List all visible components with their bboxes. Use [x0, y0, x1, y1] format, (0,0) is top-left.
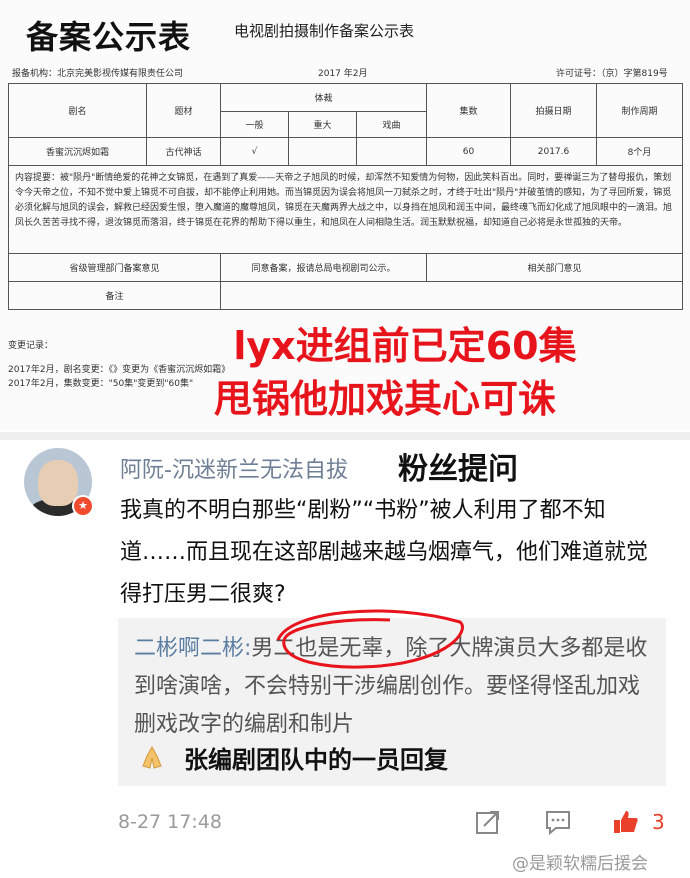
header-episodes: 集数 [426, 83, 511, 138]
like-count: 3 [652, 810, 665, 834]
header-theme: 题材 [146, 83, 221, 138]
remark-value [220, 281, 683, 310]
comment-icon[interactable] [544, 808, 572, 836]
share-icon[interactable] [474, 808, 502, 836]
header-genre-major: 重大 [288, 111, 357, 138]
synopsis: 内容提要：被"陨丹"断情绝爱的花神之女锦觅，在遇到了真爱——天帝之子旭凤的时候，… [8, 165, 683, 254]
remark-label: 备注 [8, 281, 221, 310]
verified-badge-icon: ★ [72, 495, 94, 517]
doc-subtitle: 电视剧拍摄制作备案公示表 [234, 22, 415, 40]
section-divider [0, 432, 690, 440]
cell-theme: 古代神话 [146, 137, 221, 166]
related-opinion: 相关部门意见 [426, 253, 683, 282]
filing-table: 剧名 题材 体裁 集数 拍摄日期 制作周期 一般 重大 戏曲 香蜜沉沉烬如霜 古… [8, 83, 683, 310]
doc-license: 许可证号：（京）字第819号 [556, 69, 668, 79]
red-circle-annotation [276, 609, 464, 669]
cell-episodes: 60 [426, 137, 511, 166]
cell-major [288, 137, 357, 166]
dept-opinion-label: 省级管理部门备案意见 [8, 253, 221, 282]
fan-question-label: 粉丝提问 [398, 452, 518, 487]
header-name: 剧名 [8, 83, 147, 138]
doc-title: 备案公示表 [26, 18, 192, 56]
reply-username[interactable]: 二彬啊二彬: [134, 636, 251, 661]
like-icon[interactable] [612, 808, 640, 836]
header-genre-general: 一般 [220, 111, 289, 138]
comment-text: 我真的不明白那些“剧粉”“书粉”被人利用了都不知道……而且现在这部剧越来越乌烟瘴… [120, 498, 649, 607]
overlay-caption-2: 甩锅他加戏其心可诛 [213, 377, 556, 421]
cell-name: 香蜜沉沉烬如霜 [8, 137, 147, 166]
doc-org: 报备机构：北京完美影视传媒有限责任公司 [12, 69, 184, 79]
comment-timestamp: 8-27 17:48 [118, 811, 222, 833]
overlay-caption-1: lyx进组前已定60集 [233, 324, 577, 368]
cell-cycle: 8个月 [596, 137, 683, 166]
header-genre: 体裁 [220, 83, 427, 112]
header-genre-opera: 戏曲 [356, 111, 427, 138]
header-shoot-date: 拍摄日期 [510, 83, 597, 138]
doc-date: 2017 年2月 [318, 69, 368, 79]
cell-opera [356, 137, 427, 166]
header-cycle: 制作周期 [596, 83, 683, 138]
cell-shoot-date: 2017.6 [510, 137, 597, 166]
pray-hands-icon [142, 745, 162, 769]
cell-general-mark: √ [220, 137, 289, 166]
change-log-label: 变更记录： [8, 341, 54, 351]
reply-caption: 张编剧团队中的一员回复 [184, 746, 448, 774]
weibo-watermark: @是颖软糯后援会 [512, 854, 648, 874]
comment-username[interactable]: 阿阮-沉迷新兰无法自拔 [120, 452, 348, 484]
dept-opinion: 同意备案，报请总局电视剧司公示。 [220, 253, 427, 282]
filing-document-image: 备案公示表 电视剧拍摄制作备案公示表 报备机构：北京完美影视传媒有限责任公司 2… [0, 0, 690, 430]
